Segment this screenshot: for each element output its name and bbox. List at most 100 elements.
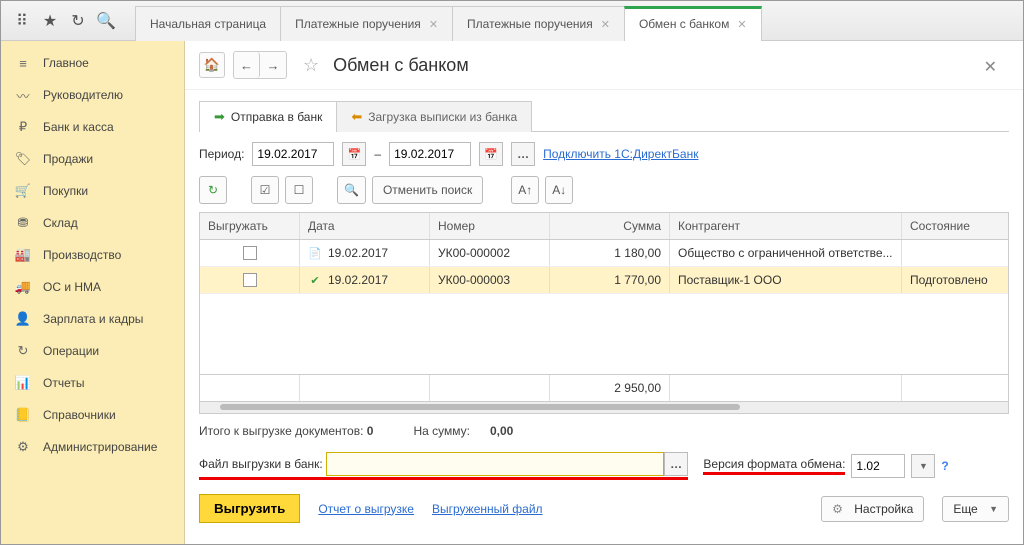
th-export[interactable]: Выгружать — [200, 213, 300, 239]
nav-group: ← → — [233, 51, 287, 79]
refresh-button[interactable]: ↻ — [199, 176, 227, 204]
exported-file-link[interactable]: Выгруженный файл — [432, 502, 543, 516]
period-from-input[interactable] — [252, 142, 334, 166]
find-button[interactable]: 🔍 — [337, 176, 366, 204]
gear-icon: ⚙ — [832, 502, 843, 516]
favorite-button[interactable]: ☆ — [303, 55, 319, 76]
sidebar-item-assets[interactable]: 🚚ОС и НМА — [1, 271, 184, 303]
back-button[interactable]: ← — [234, 52, 260, 78]
search-icon[interactable]: 🔍 — [97, 12, 115, 30]
sidebar-item-label: Зарплата и кадры — [43, 312, 143, 326]
close-icon[interactable]: ✕ — [429, 18, 438, 31]
settings-label: Настройка — [854, 502, 913, 516]
content-panel: 🏠 ← → ☆ Обмен с банком ✕ ➡ Отправка в ба… — [185, 41, 1023, 544]
sidebar-item-purchases[interactable]: 🛒Покупки — [1, 175, 184, 207]
truck-icon: 🚚 — [15, 279, 31, 295]
table-row[interactable]: ✔19.02.2017 УК00-000003 1 770,00 Поставщ… — [200, 267, 1008, 294]
period-row: Период: 📅 – 📅 … Подключить 1С:ДиректБанк — [199, 142, 1009, 166]
th-sum[interactable]: Сумма — [550, 213, 670, 239]
help-link[interactable]: ? — [941, 459, 948, 473]
uncheck-all-button[interactable]: ☐ — [285, 176, 313, 204]
row-checkbox[interactable] — [243, 273, 257, 287]
tab-label: Загрузка выписки из банка — [368, 110, 517, 124]
sidebar-item-admin[interactable]: ⚙Администрирование — [1, 431, 184, 463]
row-checkbox[interactable] — [243, 246, 257, 260]
arrow-right-green-icon: ➡ — [214, 109, 225, 125]
page-title: Обмен с банком — [333, 55, 469, 76]
documents-table: Выгружать Дата Номер Сумма Контрагент Со… — [199, 212, 1009, 402]
cart-icon: 🛒 — [15, 183, 31, 199]
sidebar-item-label: Отчеты — [43, 376, 84, 390]
th-date[interactable]: Дата — [300, 213, 430, 239]
sidebar-item-label: Справочники — [43, 408, 116, 422]
cell-agent: Поставщик-1 ООО — [670, 267, 902, 293]
calendar-from-button[interactable]: 📅 — [342, 142, 366, 166]
close-icon[interactable]: ✕ — [601, 18, 610, 31]
forward-button[interactable]: → — [260, 52, 286, 78]
period-to-input[interactable] — [389, 142, 471, 166]
check-all-button[interactable]: ☑ — [251, 176, 279, 204]
th-number[interactable]: Номер — [430, 213, 550, 239]
version-input[interactable] — [851, 454, 905, 478]
refresh-icon[interactable]: ↻ — [69, 12, 87, 30]
horizontal-scrollbar[interactable] — [199, 402, 1009, 414]
version-dropdown-button[interactable]: ▼ — [911, 454, 935, 478]
tab-bar: Начальная страница Платежные поручения✕ … — [127, 1, 1023, 40]
export-report-link[interactable]: Отчет о выгрузке — [318, 502, 414, 516]
more-button[interactable]: Еще ▼ — [942, 496, 1009, 522]
direct-bank-link[interactable]: Подключить 1С:ДиректБанк — [543, 147, 698, 161]
file-label: Файл выгрузки в банк: — [199, 457, 323, 471]
home-button[interactable]: 🏠 — [199, 52, 225, 78]
tab-payments-2[interactable]: Платежные поручения ✕ — [452, 6, 625, 41]
ruble-icon: ₽ — [15, 119, 31, 135]
th-agent[interactable]: Контрагент — [670, 213, 902, 239]
more-label: Еще — [953, 502, 977, 516]
calendar-to-button[interactable]: 📅 — [479, 142, 503, 166]
tab-send-to-bank[interactable]: ➡ Отправка в банк — [199, 101, 337, 132]
sidebar-item-main[interactable]: ≡Главное — [1, 47, 184, 79]
tab-label: Начальная страница — [150, 17, 266, 31]
close-icon[interactable]: ✕ — [737, 18, 746, 31]
apps-grid-icon[interactable]: ⠿ — [13, 12, 31, 30]
export-file-input[interactable] — [326, 452, 664, 476]
cell-agent: Общество с ограниченной ответстве... — [670, 240, 902, 266]
sort-asc-button[interactable]: A↑ — [511, 176, 539, 204]
close-button[interactable]: ✕ — [972, 53, 1009, 77]
tab-bank-exchange[interactable]: Обмен с банком✕ — [624, 6, 762, 41]
main-area: ≡Главное 〰Руководителю ₽Банк и касса 🏷Пр… — [1, 41, 1023, 544]
sidebar-item-hr[interactable]: 👤Зарплата и кадры — [1, 303, 184, 335]
chart-icon: 〰 — [15, 87, 31, 103]
export-button[interactable]: Выгрузить — [199, 494, 300, 523]
bar-chart-icon: 📊 — [15, 375, 31, 391]
table-header: Выгружать Дата Номер Сумма Контрагент Со… — [200, 213, 1008, 240]
sidebar-item-operations[interactable]: ↻Операции — [1, 335, 184, 367]
table-empty-space — [200, 294, 1008, 374]
cell-date: 19.02.2017 — [328, 246, 388, 260]
tab-payments-1[interactable]: Платежные поручения ✕ — [280, 6, 453, 41]
topbar-icon-group: ⠿ ★ ↻ 🔍 — [1, 1, 127, 40]
sidebar-item-manager[interactable]: 〰Руководителю — [1, 79, 184, 111]
menu-icon: ≡ — [15, 55, 31, 71]
sort-desc-button[interactable]: A↓ — [545, 176, 573, 204]
sidebar-item-sales[interactable]: 🏷Продажи — [1, 143, 184, 175]
sidebar-item-reports[interactable]: 📊 Отчеты — [1, 367, 184, 399]
star-icon[interactable]: ★ — [41, 12, 59, 30]
cell-sum: 1 180,00 — [550, 240, 670, 266]
tab-label: Платежные поручения — [467, 17, 593, 31]
period-select-button[interactable]: … — [511, 142, 535, 166]
th-status[interactable]: Состояние — [902, 213, 1008, 239]
sidebar-item-bank[interactable]: ₽Банк и касса — [1, 111, 184, 143]
cell-sum: 1 770,00 — [550, 267, 670, 293]
sidebar-item-production[interactable]: 🏭Производство — [1, 239, 184, 271]
file-browse-button[interactable]: … — [664, 452, 688, 476]
summary-docs-label: Итого к выгрузке документов: — [199, 424, 363, 438]
sidebar-item-warehouse[interactable]: ⛃Склад — [1, 207, 184, 239]
tab-label: Отправка в банк — [231, 110, 322, 124]
tab-label: Платежные поручения — [295, 17, 421, 31]
tab-home[interactable]: Начальная страница — [135, 6, 281, 41]
settings-button[interactable]: ⚙ Настройка — [821, 496, 924, 522]
cancel-search-button[interactable]: Отменить поиск — [372, 176, 483, 204]
table-row[interactable]: 📄19.02.2017 УК00-000002 1 180,00 Обществ… — [200, 240, 1008, 267]
tab-load-statement[interactable]: ⬅ Загрузка выписки из банка — [336, 101, 532, 132]
sidebar-item-catalogs[interactable]: 📒Справочники — [1, 399, 184, 431]
